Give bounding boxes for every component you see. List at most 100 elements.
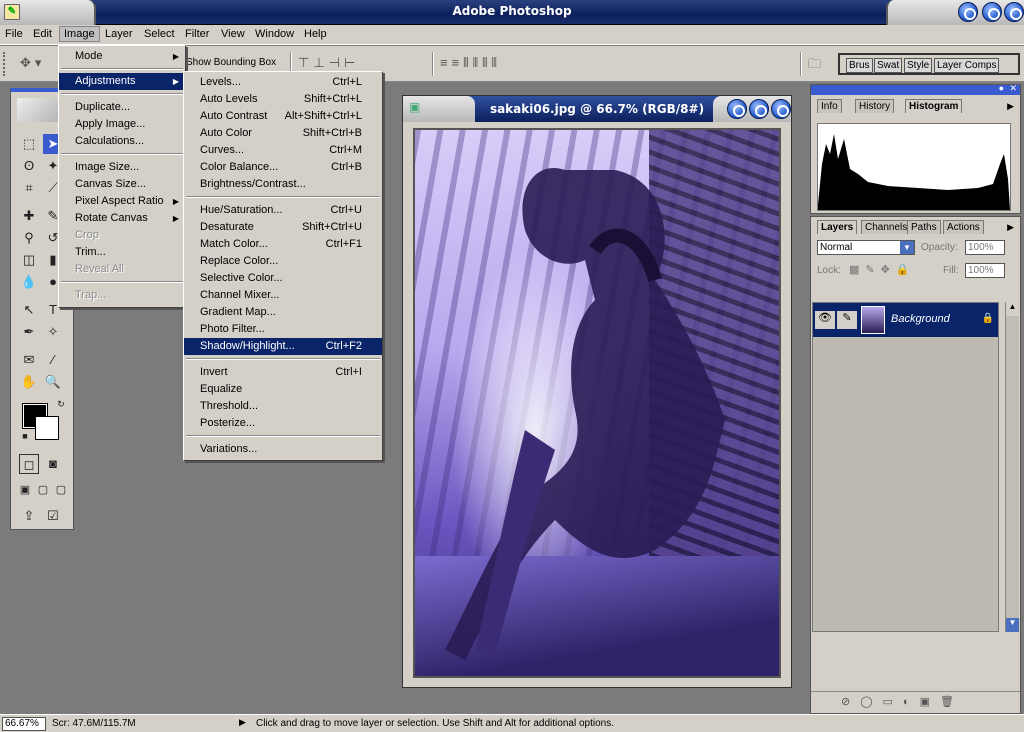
scroll-down-icon[interactable]: ▼ — [1006, 618, 1019, 632]
path-selection-icon[interactable]: ↖ — [19, 300, 39, 320]
align-icons[interactable]: ⊤⊥⊣⊢ — [298, 55, 359, 71]
palette-close-icon[interactable]: ✕ — [1009, 83, 1017, 94]
adjust-selective-color[interactable]: Selective Color... — [184, 270, 382, 287]
options-bar-grip[interactable] — [3, 52, 6, 76]
background-color-swatch[interactable] — [35, 416, 59, 440]
file-browser-icon[interactable]: 🗀 — [808, 55, 825, 77]
move-tool-preset-icon[interactable]: ✥▾ — [20, 55, 45, 71]
adjust-gradient-map[interactable]: Gradient Map... — [184, 304, 382, 321]
marquee-tool-icon[interactable]: ⬚ — [19, 134, 39, 154]
menu-file[interactable]: File — [5, 28, 23, 40]
well-tab-layer-comps[interactable]: Layer Comps — [934, 58, 1000, 73]
close-button[interactable] — [1004, 2, 1024, 22]
adjust-equalize[interactable]: Equalize — [184, 381, 382, 398]
image-menu-calculations[interactable]: Calculations... — [59, 133, 185, 150]
adjust-posterize[interactable]: Posterize... — [184, 415, 382, 432]
tab-channels[interactable]: Channels — [861, 220, 912, 234]
swap-colors-icon[interactable]: ↻ — [51, 394, 71, 414]
menu-edit[interactable]: Edit — [33, 28, 52, 40]
adjust-auto-color[interactable]: Auto Color Shift+Ctrl+B — [184, 125, 382, 142]
document-window[interactable]: ▣ sakaki06.jpg @ 66.7% (RGB/8#) — [402, 95, 792, 688]
document-icon[interactable]: ▣ — [409, 100, 420, 114]
adjust-color-balance[interactable]: Color Balance... Ctrl+B — [184, 159, 382, 176]
zoom-tool-icon[interactable]: 🔍 — [43, 372, 63, 392]
zoom-field[interactable]: 66.67% — [2, 717, 46, 731]
layer-action-icons[interactable]: ⊘◯▭◐▣🗑 — [841, 695, 964, 708]
stamp-tool-icon[interactable]: ⚲ — [19, 228, 39, 248]
adjust-channel-mixer[interactable]: Channel Mixer... — [184, 287, 382, 304]
lock-icons[interactable]: ▩✎✥🔒 — [849, 263, 916, 276]
adjust-auto-contrast[interactable]: Auto Contrast Alt+Shift+Ctrl+L — [184, 108, 382, 125]
adjust-replace-color[interactable]: Replace Color... — [184, 253, 382, 270]
image-menu-canvas-size[interactable]: Canvas Size... — [59, 176, 185, 193]
adjust-match-color[interactable]: Match Color... Ctrl+F1 — [184, 236, 382, 253]
adjust-invert[interactable]: Invert Ctrl+I — [184, 364, 382, 381]
tab-history[interactable]: History — [855, 99, 895, 113]
jump-to-imageready-icon[interactable]: ⇪ — [19, 506, 39, 526]
layer-row[interactable]: 👁 ✎ Background 🔒 — [813, 303, 998, 337]
screen-mode-standard-icon[interactable]: ▣ — [15, 480, 35, 500]
menu-view[interactable]: View — [221, 28, 245, 40]
brush-link-icon[interactable]: ✎ — [837, 311, 857, 329]
adjust-desaturate[interactable]: Desaturate Shift+Ctrl+U — [184, 219, 382, 236]
image-menu-trap[interactable]: Trap... — [59, 287, 185, 304]
maximize-button[interactable] — [982, 2, 1002, 22]
tab-info[interactable]: Info — [817, 99, 842, 113]
image-menu-apply-image[interactable]: Apply Image... — [59, 116, 185, 133]
notes-tool-icon[interactable]: ✉ — [19, 350, 39, 370]
tab-actions[interactable]: Actions — [943, 220, 984, 234]
status-menu-arrow-icon[interactable]: ▶ — [239, 717, 249, 731]
adjust-shadow-highlight[interactable]: Shadow/Highlight... Ctrl+F2 — [184, 338, 382, 355]
crop-tool-icon[interactable]: ⌗ — [19, 178, 39, 198]
document-title-bar[interactable]: ▣ sakaki06.jpg @ 66.7% (RGB/8#) — [403, 96, 791, 122]
distribute-icons[interactable]: ≡≡⫴⫴⫴⫴ — [440, 55, 501, 71]
layers-scrollbar[interactable]: ▲ ▼ — [1005, 302, 1019, 632]
tab-layers[interactable]: Layers — [817, 220, 858, 234]
adjust-threshold[interactable]: Threshold... — [184, 398, 382, 415]
opacity-field[interactable]: 100% — [965, 240, 1005, 255]
hand-tool-icon[interactable]: ✋ — [19, 372, 39, 392]
image-menu-adjustments[interactable]: Adjustments ▶ — [59, 73, 185, 90]
eye-visibility-icon[interactable]: 👁 — [815, 311, 835, 329]
adjust-levels[interactable]: Levels... Ctrl+L — [184, 74, 382, 91]
document-maximize-button[interactable] — [749, 99, 769, 119]
image-menu-rotate-canvas[interactable]: Rotate Canvas ▶ — [59, 210, 185, 227]
document-close-button[interactable] — [771, 99, 791, 119]
layer-name[interactable]: Background — [891, 313, 950, 325]
menu-select[interactable]: Select — [144, 28, 175, 40]
quick-mask-icon[interactable]: ◙ — [43, 454, 63, 474]
image-menu-image-size[interactable]: Image Size... — [59, 159, 185, 176]
palette-title-strip[interactable]: ● ✕ — [811, 83, 1020, 95]
adjust-auto-levels[interactable]: Auto Levels Shift+Ctrl+L — [184, 91, 382, 108]
lasso-tool-icon[interactable]: ʘ — [19, 156, 39, 176]
document-canvas-image[interactable] — [413, 128, 781, 678]
eyedropper-icon[interactable]: ⁄ — [43, 350, 63, 370]
fill-field[interactable]: 100% — [965, 263, 1005, 278]
blur-tool-icon[interactable]: 💧 — [19, 272, 39, 292]
image-menu-mode[interactable]: Mode ▶ — [59, 48, 185, 65]
palette-minimize-icon[interactable]: ● — [999, 83, 1004, 93]
menu-layer[interactable]: Layer — [105, 28, 133, 40]
adjust-hue-saturation[interactable]: Hue/Saturation... Ctrl+U — [184, 202, 382, 219]
standard-mode-icon[interactable]: ◻ — [19, 454, 39, 474]
layers-menu-arrow-icon[interactable]: ▶ — [1007, 222, 1014, 233]
imageready-check-icon[interactable]: ☑ — [43, 506, 63, 526]
image-menu-trim[interactable]: Trim... — [59, 244, 185, 261]
image-menu-crop[interactable]: Crop — [59, 227, 185, 244]
pen-tool-icon[interactable]: ✒ — [19, 322, 39, 342]
menu-help[interactable]: Help — [304, 28, 327, 40]
well-tab-brushes[interactable]: Brus — [846, 58, 873, 73]
minimize-button[interactable] — [958, 2, 978, 22]
eraser-tool-icon[interactable]: ◫ — [19, 250, 39, 270]
tab-paths[interactable]: Paths — [907, 220, 941, 234]
palette-menu-arrow-icon[interactable]: ▶ — [1007, 101, 1014, 112]
tab-histogram[interactable]: Histogram — [905, 99, 963, 113]
screen-mode-full-icon[interactable]: ▢ — [51, 480, 71, 500]
adjust-variations[interactable]: Variations... — [184, 441, 382, 458]
shape-tool-icon[interactable]: ✧ — [43, 322, 63, 342]
image-menu-pixel-aspect-ratio[interactable]: Pixel Aspect Ratio ▶ — [59, 193, 185, 210]
well-tab-swatches[interactable]: Swat — [874, 58, 903, 73]
menu-image[interactable]: Image — [59, 26, 100, 42]
well-tab-styles[interactable]: Style — [904, 58, 933, 73]
scroll-up-icon[interactable]: ▲ — [1006, 302, 1019, 316]
